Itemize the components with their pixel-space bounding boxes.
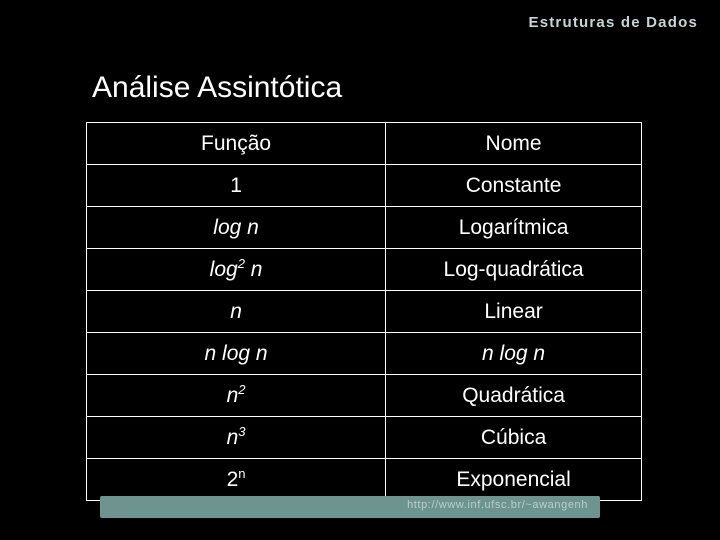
cell-funcao: 1 [85, 164, 387, 207]
cell-nome: Cúbica [385, 416, 642, 459]
table-row: log n Logarítmica [85, 206, 642, 249]
complexity-table-wrapper: Função Nome 1 Constante log n Logarítmica lo… [85, 122, 642, 501]
table-body: 1 Constante log n Logarítmica log2 n Log-quad… [85, 164, 642, 501]
complexity-table: Função Nome 1 Constante log n Logarítmica lo… [85, 122, 642, 501]
cell-nome: Logarítmica [385, 206, 642, 249]
footer-url-bar: http://www.inf.ufsc.br/~awangenh [100, 496, 600, 518]
cell-funcao: n2 [85, 374, 387, 417]
cell-funcao: log2 n [85, 248, 387, 291]
cell-nome: Linear [385, 290, 642, 333]
cell-funcao: n [85, 290, 387, 333]
left-margin [0, 46, 30, 540]
slide: Estruturas de Dados Análise Assintótica … [0, 0, 720, 540]
cell-nome: n log n [385, 332, 642, 375]
column-header-funcao: Função [85, 122, 387, 165]
course-title: Estruturas de Dados [528, 14, 698, 31]
cell-nome: Exponencial [385, 458, 642, 501]
table-row: log2 n Log-quadrática [85, 248, 642, 291]
cell-funcao: n log n [85, 332, 387, 375]
cell-nome: Log-quadrática [385, 248, 642, 291]
cell-funcao: 2n [85, 458, 387, 501]
page-title: Análise Assintótica [92, 71, 343, 104]
column-header-nome: Nome [385, 122, 642, 165]
table-row: 2n Exponencial [85, 458, 642, 501]
cell-nome: Quadrática [385, 374, 642, 417]
slide-content: Análise Assintótica Função Nome 1 Constan… [30, 46, 698, 501]
right-margin [698, 46, 720, 540]
table-header-row: Função Nome [85, 122, 642, 165]
cell-funcao: n3 [85, 416, 387, 459]
table-row: n3 Cúbica [85, 416, 642, 459]
table-row: 1 Constante [85, 164, 642, 207]
header-bar: Estruturas de Dados [0, 0, 720, 46]
cell-funcao: log n [85, 206, 387, 249]
footer-url: http://www.inf.ufsc.br/~awangenh [407, 499, 588, 511]
cell-nome: Constante [385, 164, 642, 207]
table-row: n2 Quadrática [85, 374, 642, 417]
table-row: n log nn log n [85, 332, 642, 375]
table-row: n Linear [85, 290, 642, 333]
